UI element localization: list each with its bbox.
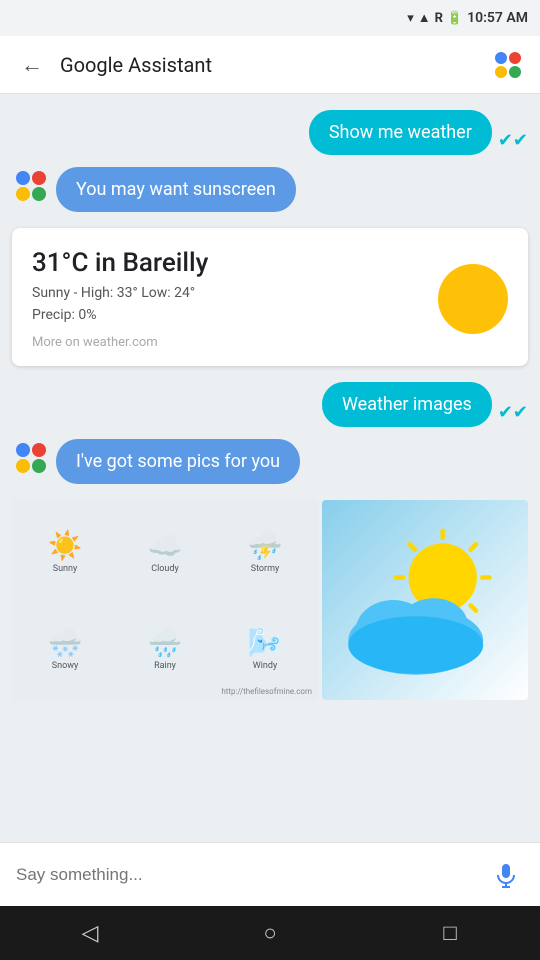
user-message-2-row: Weather images ✔✔ xyxy=(12,382,528,427)
rainy-label: Rainy xyxy=(154,661,176,671)
chat-area: Show me weather ✔✔ You may want sunscree… xyxy=(0,94,540,842)
status-icons: ▾ ▲ R 🔋 10:57 AM xyxy=(407,10,528,26)
page-title: Google Assistant xyxy=(60,53,488,77)
collage-sunny: ☀️ Sunny xyxy=(16,504,114,599)
weather-collage: ☀️ Sunny ☁️ Cloudy ⛈️ Stormy 🌨️ Snowy 🌧️ xyxy=(12,500,318,700)
assistant-avatar-2 xyxy=(12,439,48,475)
bottom-navigation: ◁ ○ □ xyxy=(0,906,540,960)
weather-precip: Precip: 0% xyxy=(32,307,96,323)
nav-recents-icon: □ xyxy=(443,920,456,946)
assistant-message-2-row: I've got some pics for you xyxy=(12,439,528,484)
mic-icon xyxy=(492,861,520,889)
collage-cloudy: ☁️ Cloudy xyxy=(116,504,214,599)
status-bar: ▾ ▲ R 🔋 10:57 AM xyxy=(0,0,540,36)
sun-icon xyxy=(438,264,508,334)
stormy-label: Stormy xyxy=(251,564,280,574)
sunny-label: Sunny xyxy=(53,564,78,574)
collage-rainy: 🌧️ Rainy xyxy=(116,601,214,696)
weather-collage-image[interactable]: ☀️ Sunny ☁️ Cloudy ⛈️ Stormy 🌨️ Snowy 🌧️ xyxy=(12,500,318,700)
partly-cloudy-image[interactable] xyxy=(322,500,528,700)
chat-input[interactable] xyxy=(16,853,476,897)
read-check-icon-2: ✔✔ xyxy=(498,402,528,423)
google-dots-icon xyxy=(495,52,521,78)
r-indicator: R xyxy=(435,11,443,26)
cloudy-label: Cloudy xyxy=(151,564,178,574)
nav-back-button[interactable]: ◁ xyxy=(60,906,120,960)
nav-home-icon: ○ xyxy=(263,920,276,946)
signal-icon: ▲ xyxy=(418,10,431,26)
input-bar xyxy=(0,842,540,906)
sunny-icon: ☀️ xyxy=(48,529,83,562)
battery-icon: 🔋 xyxy=(447,11,463,26)
windy-label: Windy xyxy=(253,661,277,671)
assistant-bubble-2: I've got some pics for you xyxy=(56,439,300,484)
rainy-icon: 🌧️ xyxy=(148,626,183,659)
assistant-bubble-1: You may want sunscreen xyxy=(56,167,296,212)
assistant-message-1-row: You may want sunscreen xyxy=(12,167,528,212)
google-logo-button[interactable] xyxy=(488,45,528,85)
read-check-icon-1: ✔✔ xyxy=(498,130,528,151)
stormy-icon: ⛈️ xyxy=(248,529,283,562)
collage-windy: 🌬️ Windy xyxy=(216,601,314,696)
back-icon: ← xyxy=(21,52,43,78)
windy-icon: 🌬️ xyxy=(248,626,283,659)
back-button[interactable]: ← xyxy=(12,45,52,85)
snowy-icon: 🌨️ xyxy=(48,626,83,659)
weather-info: 31°C in Bareilly Sunny - High: 33° Low: … xyxy=(32,248,208,350)
assistant-avatar-1 xyxy=(12,167,48,203)
snowy-label: Snowy xyxy=(52,661,78,671)
mic-button[interactable] xyxy=(488,857,524,893)
weather-source: More on weather.com xyxy=(32,335,208,350)
cloudy-icon: ☁️ xyxy=(148,529,183,562)
weather-high-low: Sunny - High: 33° Low: 24° xyxy=(32,285,195,301)
partly-cloudy-svg xyxy=(332,510,517,690)
user-bubble-2: Weather images xyxy=(322,382,492,427)
status-time: 10:57 AM xyxy=(467,10,528,26)
weather-image-grid[interactable]: ☀️ Sunny ☁️ Cloudy ⛈️ Stormy 🌨️ Snowy 🌧️ xyxy=(12,500,528,700)
weather-temperature: 31°C in Bareilly xyxy=(32,248,208,278)
weather-main-row: 31°C in Bareilly Sunny - High: 33° Low: … xyxy=(32,248,508,350)
top-bar: ← Google Assistant xyxy=(0,36,540,94)
nav-back-icon: ◁ xyxy=(82,921,99,946)
wifi-icon: ▾ xyxy=(407,11,414,26)
image-source-label: http://thefilesofmine.com xyxy=(221,687,312,696)
user-message-1-row: Show me weather ✔✔ xyxy=(12,110,528,155)
weather-card: 31°C in Bareilly Sunny - High: 33° Low: … xyxy=(12,228,528,366)
collage-stormy: ⛈️ Stormy xyxy=(216,504,314,599)
weather-details: Sunny - High: 33° Low: 24° Precip: 0% xyxy=(32,282,208,327)
nav-recents-button[interactable]: □ xyxy=(420,906,480,960)
nav-home-button[interactable]: ○ xyxy=(240,906,300,960)
user-bubble-1: Show me weather xyxy=(309,110,492,155)
collage-snowy: 🌨️ Snowy xyxy=(16,601,114,696)
